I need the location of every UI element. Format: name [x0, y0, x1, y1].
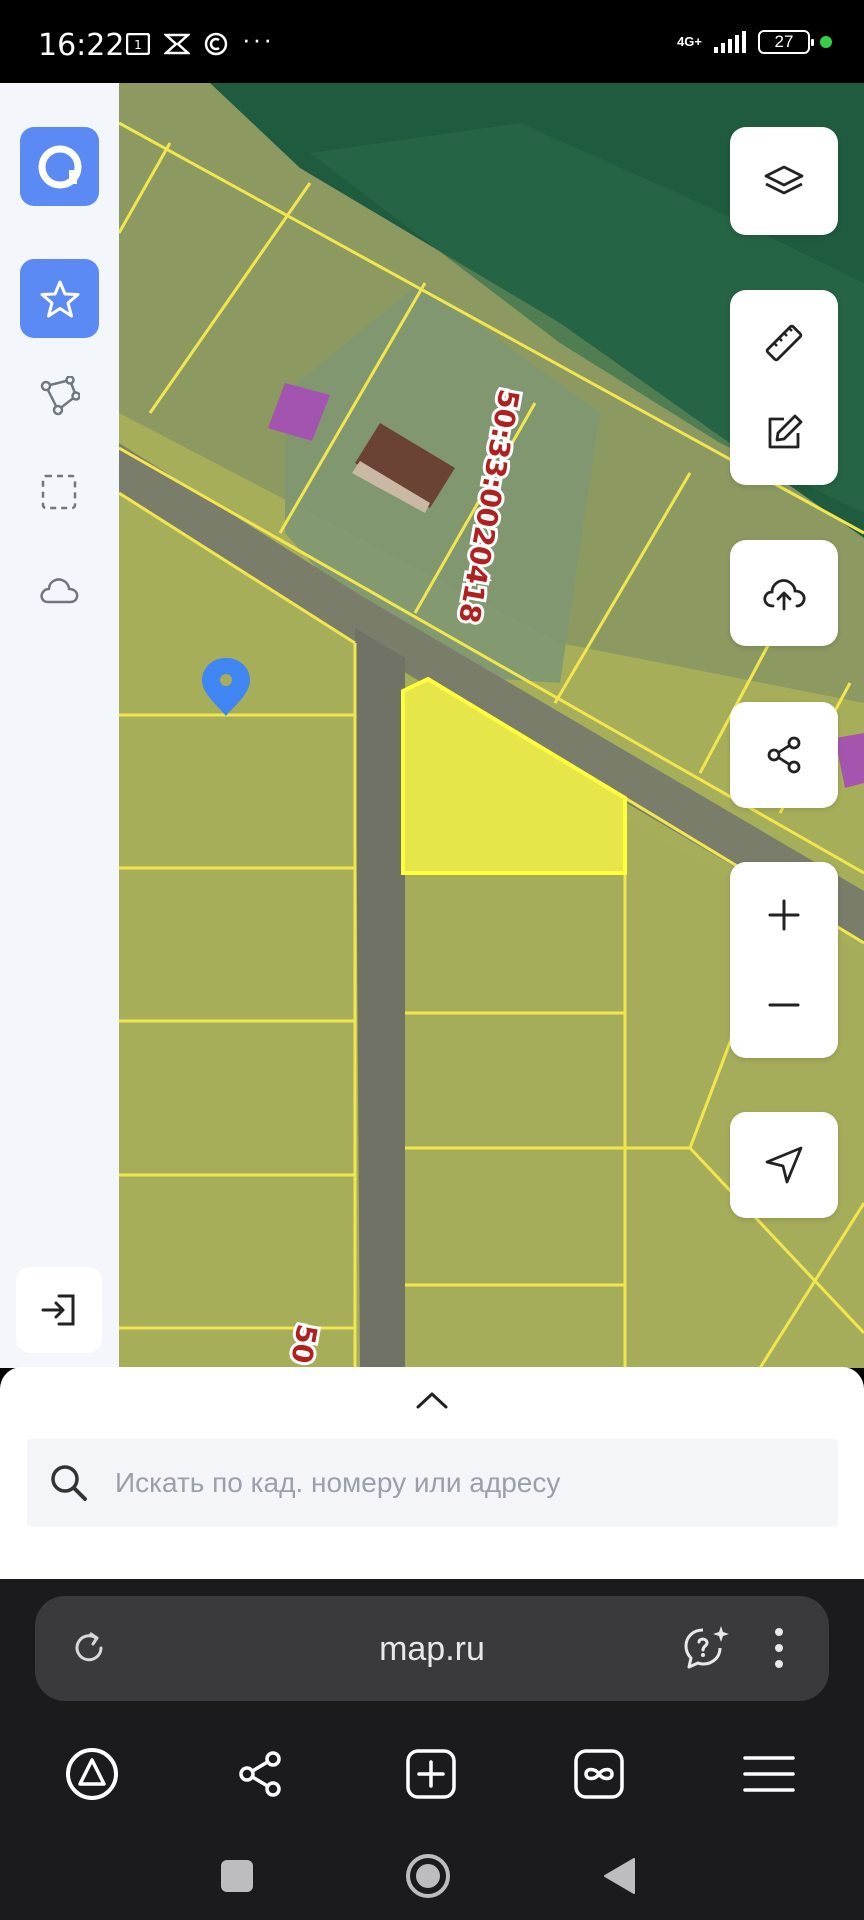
signal-icon: [714, 31, 746, 53]
battery-indicator: 27: [758, 30, 814, 54]
login-button[interactable]: [16, 1267, 102, 1353]
app-notification-icon: [164, 33, 190, 55]
svg-text:1: 1: [134, 38, 142, 52]
selection-tool[interactable]: [34, 467, 84, 517]
search-input[interactable]: Искать по кад. номеру или адресу: [27, 1439, 838, 1527]
zoom-controls: [730, 862, 838, 1058]
app-logo-button[interactable]: [20, 127, 99, 206]
tabs-button[interactable]: [554, 1729, 644, 1819]
recents-button[interactable]: [192, 1831, 282, 1920]
share-icon: [239, 1751, 281, 1797]
more-notifications: ···: [242, 23, 274, 54]
selection-square-icon: [41, 474, 77, 510]
ai-assistant-icon[interactable]: [681, 1624, 731, 1672]
status-time: 16:22: [38, 28, 125, 63]
notification-icons: 1 ···: [126, 24, 274, 56]
edit-icon: [768, 414, 803, 449]
plus-icon: [768, 899, 800, 931]
login-icon: [41, 1294, 75, 1326]
search-placeholder: Искать по кад. номеру или адресу: [115, 1467, 561, 1498]
tools-group: [730, 290, 838, 485]
back-button[interactable]: [574, 1831, 664, 1920]
system-status: 4G+ 27: [677, 30, 832, 54]
polygon-tool[interactable]: [34, 371, 84, 421]
share-icon: [767, 736, 801, 774]
cloud-icon: [40, 578, 79, 604]
home-circle-icon: [406, 1853, 450, 1898]
upload-button[interactable]: [730, 540, 838, 646]
more-vertical-icon[interactable]: [773, 1626, 785, 1670]
back-triangle-icon: [604, 1857, 635, 1894]
add-tab-icon: [406, 1749, 456, 1799]
chevron-up-icon: [416, 1392, 448, 1409]
star-icon: [40, 280, 79, 317]
zoom-in-button[interactable]: [730, 870, 838, 960]
share-map-button[interactable]: [730, 702, 838, 808]
layers-icon: [764, 165, 804, 195]
ruler-icon: [765, 324, 803, 362]
hamburger-icon: [743, 1756, 795, 1792]
tabs-infinity-icon: [574, 1749, 624, 1799]
cloud-upload-icon: [763, 579, 806, 611]
share-page-button[interactable]: [215, 1729, 305, 1819]
menu-button[interactable]: [724, 1729, 814, 1819]
edit-button[interactable]: [730, 388, 838, 478]
polygon-icon: [40, 376, 80, 416]
square-icon: [221, 1859, 253, 1892]
currency-icon: [204, 32, 228, 56]
privacy-dot: [820, 36, 832, 48]
app-logo-icon: [38, 145, 81, 188]
zoom-out-button[interactable]: [730, 960, 838, 1050]
navigation-arrow-icon: [765, 1146, 803, 1184]
screen: 16:22 1 ··· 4G+ 27 50:33:0020418 50 Иска…: [0, 0, 864, 1920]
status-bar: 16:22 1 ··· 4G+ 27: [0, 0, 864, 83]
cloud-tool[interactable]: [34, 565, 84, 615]
layers-button[interactable]: [730, 127, 838, 235]
favorites-button[interactable]: [20, 259, 99, 338]
expand-sheet-button[interactable]: [414, 1389, 450, 1416]
bottom-sheet: Искать по кад. номеру или адресу: [0, 1367, 864, 1579]
alice-icon: [66, 1748, 118, 1800]
address-bar[interactable]: map.ru: [35, 1596, 829, 1701]
locate-button[interactable]: [730, 1112, 838, 1218]
sim-icon: 1: [126, 33, 150, 55]
minus-icon: [768, 1003, 800, 1007]
sidebar: [0, 83, 119, 1368]
ruler-button[interactable]: [730, 298, 838, 388]
home-button[interactable]: [383, 1831, 473, 1920]
new-tab-button[interactable]: [386, 1729, 476, 1819]
network-type: 4G+: [677, 34, 702, 49]
search-icon: [51, 1465, 87, 1501]
system-navigation: [0, 1831, 864, 1920]
browser-chrome: map.ru: [0, 1579, 864, 1920]
cadastral-label: 50: [284, 1322, 323, 1366]
browser-toolbar: [0, 1729, 864, 1819]
alice-button[interactable]: [47, 1729, 137, 1819]
